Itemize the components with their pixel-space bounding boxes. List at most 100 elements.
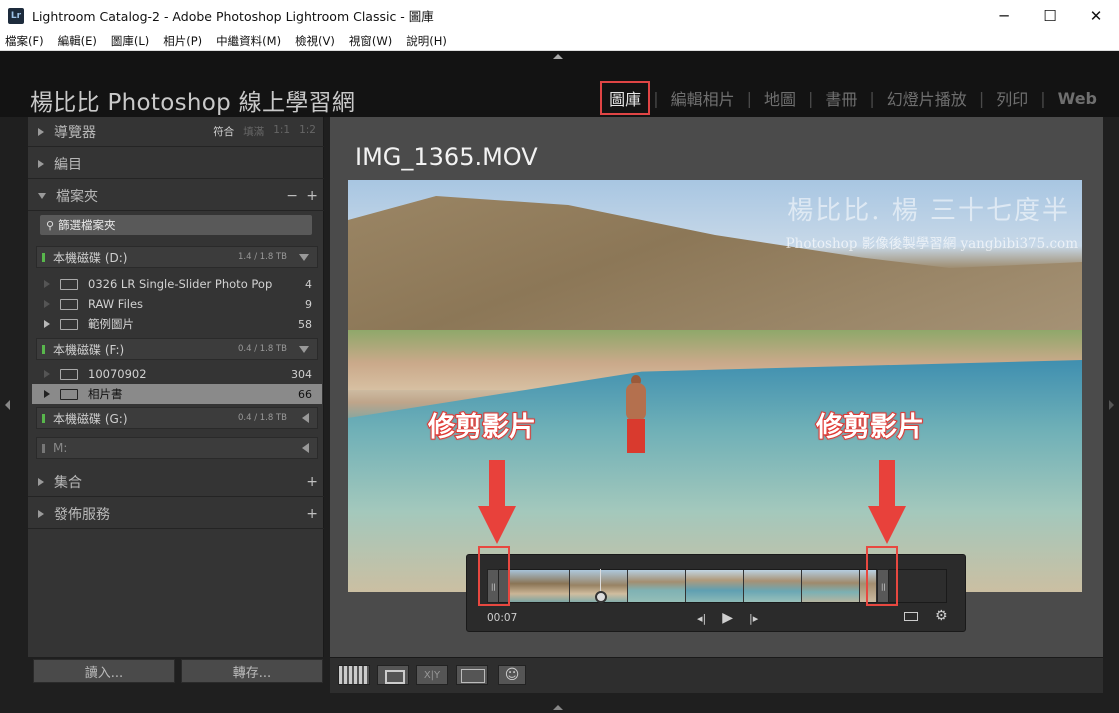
volume-g[interactable]: 本機磁碟 (G:) 0.4 / 1.8 TB	[36, 407, 318, 429]
module-library[interactable]: 圖庫	[600, 81, 651, 115]
navigator-header[interactable]: 導覽器 符合 填滿 1:1 1:2	[28, 117, 324, 147]
video-thumbnail	[744, 570, 802, 602]
timecode: 00:07	[487, 612, 518, 624]
folder-row[interactable]: RAW Files 9	[32, 294, 322, 314]
top-panel: 楊比比 Photoshop 線上學習網 圖庫 | 編輯相片 | 地圖 | 書冊 …	[0, 51, 1119, 117]
zoom-fill[interactable]: 填滿	[243, 124, 264, 139]
collapse-left-panel-icon[interactable]	[5, 400, 10, 410]
folder-row[interactable]: 範例圖片 58	[32, 314, 322, 334]
module-develop[interactable]: 編輯相片	[665, 84, 741, 112]
grid-view-icon[interactable]	[338, 665, 370, 685]
menu-bar: 檔案(F) 編輯(E) 圖庫(L) 相片(P) 中繼資料(M) 檢視(V) 視窗…	[0, 31, 1119, 51]
folder-row-selected[interactable]: 相片書 66	[32, 384, 322, 404]
folders-header[interactable]: 檔案夾 − +	[28, 181, 324, 211]
compare-view-icon[interactable]: X|Y	[416, 665, 448, 685]
video-thumbnail	[802, 570, 860, 602]
video-frame[interactable]: 楊比比. 楊 三十七度半 Photoshop 影像後製學習網 yangbibi3…	[348, 180, 1082, 592]
collapse-right-panel-icon[interactable]	[1109, 400, 1114, 410]
zoom-1-2[interactable]: 1:2	[299, 124, 316, 139]
catalog-header[interactable]: 編目	[28, 149, 324, 179]
import-export-bar: 讀入... 轉存...	[28, 657, 324, 693]
menu-metadata[interactable]: 中繼資料(M)	[216, 33, 281, 49]
folder-triangle-icon	[44, 280, 50, 288]
collapse-top-panel-icon[interactable]	[553, 54, 563, 59]
lightroom-app-icon: Lr	[8, 7, 24, 24]
person-torso	[626, 383, 646, 421]
minimize-button[interactable]: ─	[981, 0, 1027, 31]
close-button[interactable]: ✕	[1073, 0, 1119, 31]
module-map[interactable]: 地圖	[758, 84, 802, 112]
collapse-triangle-icon[interactable]	[38, 192, 46, 199]
add-collection-button[interactable]: +	[306, 474, 318, 490]
publish-services-title: 發佈服務	[54, 506, 110, 523]
module-print[interactable]: 列印	[990, 84, 1034, 112]
folder-filter-input[interactable]: ⚲ 篩選檔案夾	[40, 215, 312, 235]
import-button[interactable]: 讀入...	[33, 659, 175, 683]
capture-frame-icon[interactable]	[904, 612, 918, 621]
add-folder-button[interactable]: +	[306, 188, 318, 204]
play-button[interactable]: ▶	[722, 610, 733, 626]
volume-f[interactable]: 本機磁碟 (F:) 0.4 / 1.8 TB	[36, 338, 318, 360]
arrow-down-icon	[478, 460, 516, 548]
folder-count: 4	[305, 277, 312, 291]
remove-folder-button[interactable]: −	[286, 188, 298, 204]
volume-collapse-icon[interactable]	[302, 413, 309, 423]
person-shorts	[627, 419, 645, 453]
expand-triangle-icon[interactable]	[38, 127, 44, 136]
menu-view[interactable]: 檢視(V)	[295, 33, 335, 49]
folder-row[interactable]: 10070902 304	[32, 364, 322, 384]
folder-count: 304	[291, 367, 312, 381]
folder-triangle-icon[interactable]	[44, 320, 50, 328]
next-frame-button[interactable]: |▸	[749, 612, 758, 625]
menu-file[interactable]: 檔案(F)	[5, 33, 44, 49]
module-slideshow[interactable]: 幻燈片播放	[881, 84, 973, 112]
folder-row[interactable]: 0326 LR Single-Slider Photo Pop 4	[32, 274, 322, 294]
module-separator: |	[808, 88, 814, 108]
volume-name: 本機磁碟 (D:)	[53, 250, 128, 265]
menu-help[interactable]: 說明(H)	[406, 33, 447, 49]
navigator-zoom-options: 符合 填滿 1:1 1:2	[204, 124, 316, 139]
menu-window[interactable]: 視窗(W)	[349, 33, 392, 49]
gear-icon[interactable]: ⚙	[935, 608, 948, 624]
folder-name: RAW Files	[88, 297, 144, 311]
previous-frame-button[interactable]: ◂|	[697, 612, 706, 625]
volume-status-icon	[42, 252, 45, 262]
volume-expand-icon[interactable]	[299, 345, 309, 353]
people-view-icon[interactable]: ☺	[498, 665, 526, 685]
expand-triangle-icon[interactable]	[38, 477, 44, 486]
volume-m[interactable]: M:	[36, 437, 318, 459]
module-book[interactable]: 書冊	[819, 84, 863, 112]
add-publish-service-button[interactable]: +	[306, 506, 318, 522]
menu-library[interactable]: 圖庫(L)	[111, 33, 149, 49]
survey-view-icon[interactable]	[456, 665, 488, 685]
menu-photo[interactable]: 相片(P)	[163, 33, 202, 49]
export-button[interactable]: 轉存...	[181, 659, 323, 683]
video-controller: || || 00:07 ◂| ▶ |▸ ⚙	[466, 546, 966, 632]
watermark-title: 楊比比. 楊 三十七度半	[787, 196, 1070, 226]
video-thumbnail	[686, 570, 744, 602]
expand-triangle-icon[interactable]	[38, 159, 44, 168]
module-web[interactable]: Web	[1052, 87, 1103, 110]
volume-name: M:	[53, 441, 68, 455]
zoom-1-1[interactable]: 1:1	[273, 124, 290, 139]
expand-triangle-icon[interactable]	[38, 509, 44, 518]
zoom-fit[interactable]: 符合	[213, 124, 234, 139]
collections-title: 集合	[54, 474, 82, 491]
collections-header[interactable]: 集合 +	[28, 467, 324, 497]
folder-name: 10070902	[88, 367, 147, 381]
window-title: Lightroom Catalog-2 - Adobe Photoshop Li…	[32, 9, 434, 24]
menu-edit[interactable]: 編輯(E)	[58, 33, 97, 49]
volume-d[interactable]: 本機磁碟 (D:) 1.4 / 1.8 TB	[36, 246, 318, 268]
playhead-handle[interactable]	[595, 591, 607, 603]
collapse-filmstrip-icon[interactable]	[553, 705, 563, 710]
volume-size: 0.4 / 1.8 TB	[237, 413, 287, 423]
folder-triangle-icon	[44, 370, 50, 378]
trim-start-highlight	[478, 546, 510, 606]
publish-services-header[interactable]: 發佈服務 +	[28, 499, 324, 529]
volume-expand-icon[interactable]	[299, 253, 309, 261]
folder-triangle-icon[interactable]	[44, 390, 50, 398]
catalog-title: 編目	[54, 156, 82, 173]
volume-collapse-icon[interactable]	[302, 443, 309, 453]
loupe-view-icon[interactable]	[377, 665, 409, 685]
maximize-button[interactable]: ☐	[1027, 0, 1073, 31]
